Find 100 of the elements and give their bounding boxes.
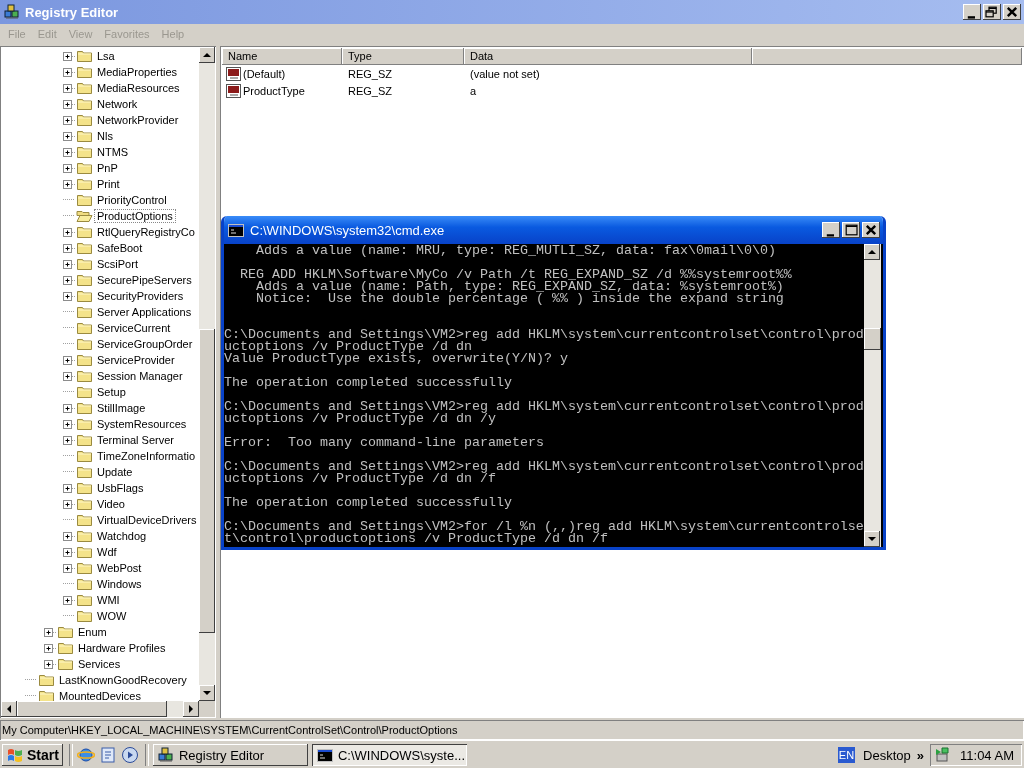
toolbar-label[interactable]: Desktop bbox=[863, 747, 911, 763]
tree-item[interactable]: Server Applications bbox=[95, 306, 194, 318]
start-button[interactable]: Start bbox=[2, 744, 63, 766]
document-icon bbox=[98, 746, 117, 764]
tree-item[interactable]: Wdf bbox=[95, 546, 119, 558]
tree-item[interactable]: Print bbox=[95, 178, 122, 190]
console-line: C:\Documents and Settings\VM2>reg add HKLM\system\currentcontrolset\control\prod bbox=[224, 461, 864, 473]
network-computer-icon bbox=[934, 747, 951, 763]
tree-item[interactable]: PnP bbox=[95, 162, 120, 174]
scrollbar[interactable] bbox=[199, 47, 215, 701]
taskbar-button[interactable]: Registry Editor bbox=[152, 744, 308, 766]
tree-item[interactable]: SecurityProviders bbox=[95, 290, 186, 302]
language-indicator[interactable]: EN bbox=[837, 747, 856, 763]
tree-item[interactable]: Hardware Profiles bbox=[76, 642, 168, 654]
scroll-up-button[interactable] bbox=[864, 244, 880, 260]
tree-item[interactable]: LastKnownGoodRecovery bbox=[57, 674, 189, 686]
console-line: REG ADD HKLM\Software\MyCo /v Path /t REG_EXPAND_SZ /d %%systemroot%% bbox=[239, 269, 793, 281]
tree-item[interactable]: SafeBoot bbox=[95, 242, 145, 254]
value-name[interactable]: ProductType bbox=[243, 84, 305, 97]
column-header[interactable]: Type bbox=[342, 48, 464, 65]
tree-item[interactable]: NetworkProvider bbox=[95, 114, 181, 126]
value-data: a bbox=[469, 84, 477, 97]
tree-item[interactable]: TimeZoneInformatio bbox=[95, 450, 198, 462]
console-line: uctoptions /v ProductType /d dn bbox=[224, 341, 472, 353]
tree-item[interactable]: ScsiPort bbox=[95, 258, 140, 270]
tree-item[interactable]: Services bbox=[76, 658, 123, 670]
tree-item[interactable]: WOW bbox=[95, 610, 129, 622]
tree-item[interactable]: Network bbox=[95, 98, 140, 110]
tree-item[interactable]: ServiceGroupOrder bbox=[95, 338, 195, 350]
tree-item[interactable]: Session Manager bbox=[95, 370, 185, 382]
scroll-thumb[interactable] bbox=[864, 328, 881, 350]
scroll-thumb[interactable] bbox=[17, 701, 167, 717]
tree-item[interactable]: Windows bbox=[95, 578, 144, 590]
console-line: t\control\productoptions /v ProductType /d dn /f bbox=[224, 533, 609, 545]
tree-item[interactable]: MountedDevices bbox=[57, 690, 143, 701]
close-button[interactable] bbox=[1003, 4, 1021, 20]
tree-item[interactable]: MediaResources bbox=[95, 82, 182, 94]
string-value-icon bbox=[226, 65, 242, 82]
status-bar: My Computer\HKEY_LOCAL_MACHINE\SYSTEM\CurrentControlSet\Control\ProductOptions bbox=[0, 720, 1024, 740]
scroll-down-button[interactable] bbox=[199, 685, 215, 701]
scroll-up-button[interactable] bbox=[199, 47, 215, 63]
console-line: uctoptions /v ProductType /d dn /f bbox=[224, 473, 497, 485]
cubes-icon bbox=[157, 747, 174, 763]
minimize-button[interactable] bbox=[822, 222, 840, 238]
console-icon bbox=[228, 223, 244, 237]
value-type: REG_SZ bbox=[347, 84, 393, 97]
value-data: (value not set) bbox=[469, 67, 540, 80]
tree-item[interactable]: ServiceCurrent bbox=[95, 322, 173, 334]
console-line: Error: Too many command-line parameters bbox=[224, 437, 545, 449]
window-title: C:\WINDOWS\system32\cmd.exe bbox=[250, 222, 446, 238]
tree-item[interactable]: UsbFlags bbox=[95, 482, 146, 494]
tree-item[interactable]: Watchdog bbox=[95, 530, 149, 542]
maximize-button[interactable] bbox=[842, 222, 860, 238]
console-line: Value ProductType exists, overwrite(Y/N)? y bbox=[224, 353, 569, 365]
console-line: Notice: Use the double percentage ( %% ) inside the expand string bbox=[255, 293, 785, 305]
tree-item[interactable]: Lsa bbox=[95, 50, 117, 62]
value-name[interactable]: (Default) bbox=[243, 67, 286, 80]
scroll-down-button[interactable] bbox=[864, 531, 880, 547]
tree-item[interactable]: Enum bbox=[76, 626, 109, 638]
chevron-button[interactable]: » bbox=[916, 747, 925, 763]
clock: 11:04 AM bbox=[960, 747, 1014, 763]
tree-item[interactable]: Update bbox=[95, 466, 135, 478]
column-header[interactable]: Data bbox=[464, 48, 752, 65]
flag-icon bbox=[6, 747, 24, 763]
tree-item[interactable]: ProductOptions bbox=[95, 210, 175, 222]
tree-item[interactable]: Nls bbox=[95, 130, 115, 142]
minimize-button[interactable] bbox=[963, 4, 981, 20]
close-button[interactable] bbox=[862, 222, 880, 238]
tree-item[interactable]: RtlQueryRegistryCo bbox=[95, 226, 197, 238]
tree-item[interactable]: Terminal Server bbox=[95, 434, 177, 446]
column-header[interactable]: Name bbox=[222, 48, 342, 65]
tree-item[interactable]: WMI bbox=[95, 594, 122, 606]
tree-item[interactable]: ServiceProvider bbox=[95, 354, 177, 366]
restore-button[interactable] bbox=[983, 4, 1001, 20]
taskbar-button[interactable]: C:\WINDOWS\syste... bbox=[311, 744, 467, 766]
scroll-thumb[interactable] bbox=[199, 329, 215, 633]
tree-item[interactable]: PriorityControl bbox=[95, 194, 169, 206]
string-value-icon bbox=[226, 82, 242, 99]
scroll-right-button[interactable] bbox=[183, 701, 199, 717]
tree-item[interactable]: Setup bbox=[95, 386, 128, 398]
tree-item[interactable]: VirtualDeviceDrivers bbox=[95, 514, 199, 526]
console-line: C:\Documents and Settings\VM2>reg add HKLM\system\currentcontrolset\control\prod bbox=[224, 401, 864, 413]
console-line: The operation completed successfully bbox=[224, 377, 513, 389]
globe-icon bbox=[76, 746, 95, 764]
tree-item[interactable]: SystemResources bbox=[95, 418, 189, 430]
tree-item[interactable]: MediaProperties bbox=[95, 66, 180, 78]
tree-item[interactable]: SecurePipeServers bbox=[95, 274, 194, 286]
scrollbar[interactable] bbox=[1, 701, 199, 717]
tree-item[interactable]: Video bbox=[95, 498, 127, 510]
tree-item[interactable]: StillImage bbox=[95, 402, 148, 414]
scrollbar[interactable] bbox=[864, 244, 881, 547]
tree-item[interactable]: WebPost bbox=[95, 562, 144, 574]
console-line: C:\Documents and Settings\VM2>for /l %n (,,)reg add HKLM\system\currentcontrolse bbox=[224, 521, 864, 533]
console-line: Adds a value (name: Path, type: REG_EXPAND_SZ, data: %systemroot%) bbox=[255, 281, 784, 293]
scroll-left-button[interactable] bbox=[1, 701, 17, 717]
console-line: Adds a value (name: MRU, type: REG_MUTLI_SZ, data: fax\0mail\0\0) bbox=[255, 245, 777, 257]
tree-item[interactable]: NTMS bbox=[95, 146, 131, 158]
console-icon bbox=[316, 748, 333, 762]
console-line: The operation completed successfully bbox=[224, 497, 513, 509]
window-title: Registry Editor bbox=[25, 4, 120, 20]
